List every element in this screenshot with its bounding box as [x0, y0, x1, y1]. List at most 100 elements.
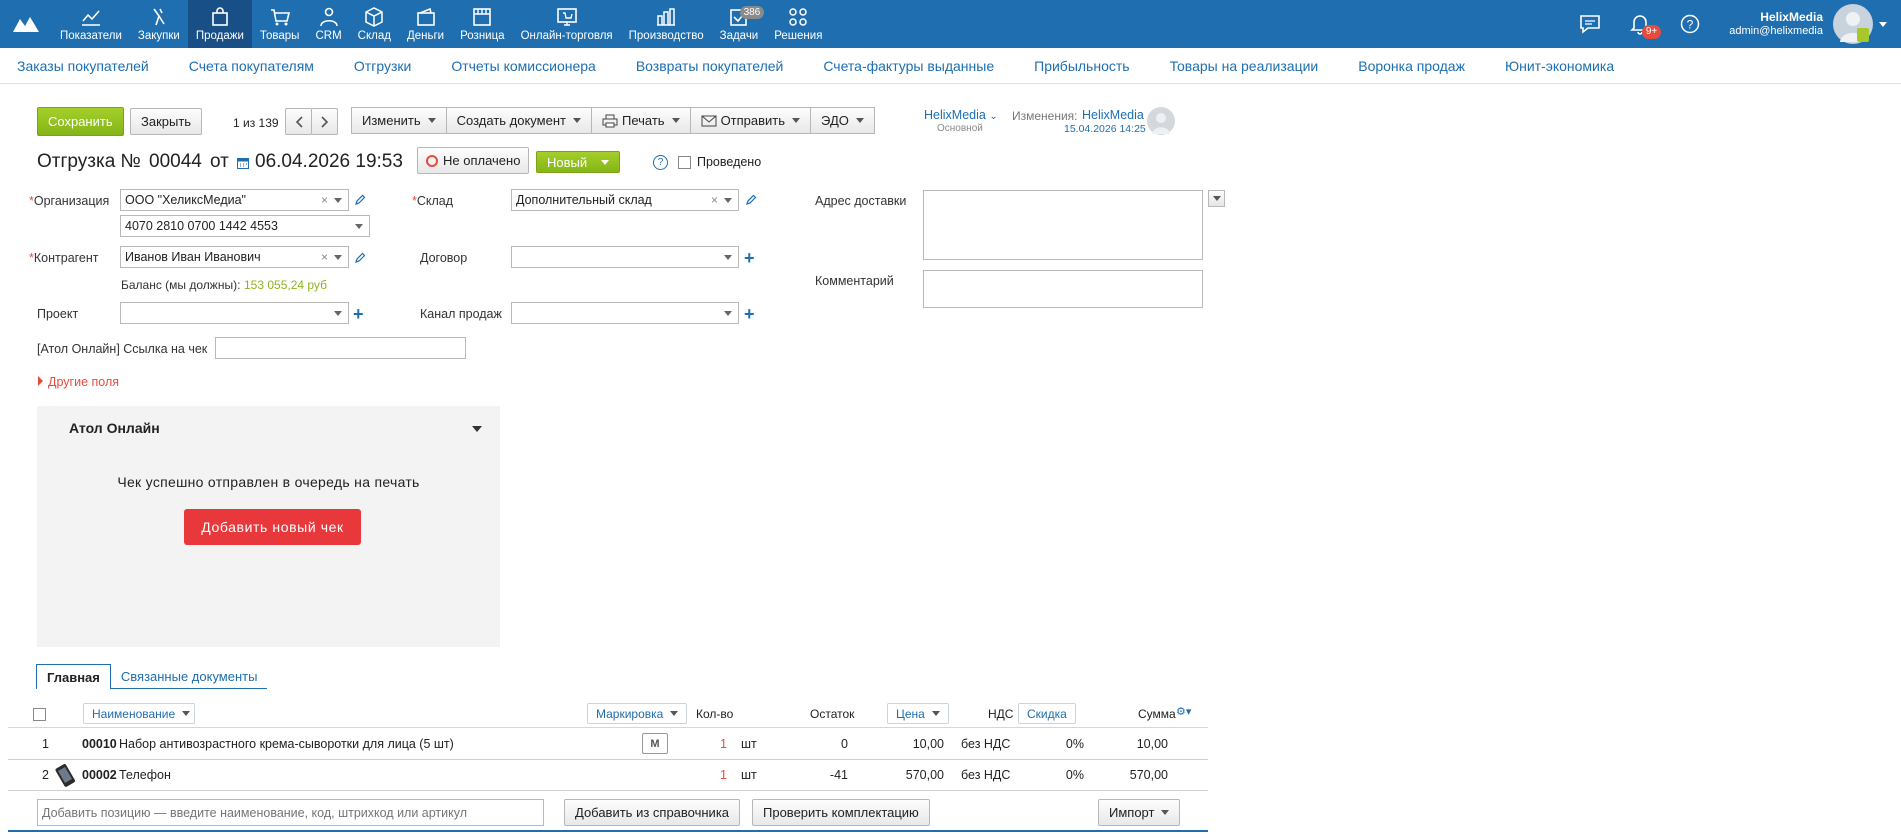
- subnav-commission-reports[interactable]: Отчеты комиссионера: [451, 58, 596, 74]
- nav-item-warehouse[interactable]: Склад: [350, 0, 399, 48]
- add-position-input[interactable]: [37, 799, 544, 826]
- row-price[interactable]: 10,00: [888, 737, 944, 751]
- cart-icon: [270, 9, 290, 26]
- row-discount[interactable]: 0%: [1048, 768, 1084, 782]
- chat-icon[interactable]: [1575, 9, 1605, 39]
- tab-main[interactable]: Главная: [36, 664, 111, 689]
- user-avatar[interactable]: [1833, 4, 1873, 44]
- prev-button[interactable]: [285, 108, 312, 135]
- other-fields-toggle[interactable]: Другие поля: [38, 375, 119, 389]
- subnav-customer-invoices[interactable]: Счета покупателям: [189, 58, 314, 74]
- table-settings-gear-icon[interactable]: ⚙▾: [1176, 705, 1191, 718]
- add-sales-channel-icon[interactable]: +: [744, 305, 755, 323]
- clear-icon[interactable]: ×: [321, 193, 328, 207]
- organization-select[interactable]: ООО "ХеликсМедиа" ×: [120, 189, 349, 211]
- app-logo[interactable]: [0, 0, 52, 48]
- doc-number[interactable]: 00044: [149, 151, 202, 173]
- add-contract-icon[interactable]: +: [744, 249, 755, 267]
- subnav-customer-orders[interactable]: Заказы покупателей: [17, 58, 149, 74]
- send-dropdown[interactable]: Отправить: [689, 107, 812, 134]
- row-vat[interactable]: без НДС: [961, 737, 1010, 751]
- payment-status-button[interactable]: Не оплачено: [417, 147, 530, 174]
- subnav-consignment-goods[interactable]: Товары на реализации: [1170, 58, 1319, 74]
- counterparty-label-text: Контрагент: [33, 251, 99, 265]
- import-dropdown[interactable]: Импорт: [1098, 799, 1181, 826]
- nav-item-solutions[interactable]: Решения: [766, 0, 830, 48]
- subnav-profitability[interactable]: Прибыльность: [1034, 58, 1129, 74]
- user-info[interactable]: HelixMedia admin@helixmedia: [1729, 10, 1823, 38]
- help-circle-icon[interactable]: ?: [653, 155, 668, 170]
- nav-item-indicators[interactable]: Показатели: [52, 0, 130, 48]
- nav-item-goods[interactable]: Товары: [252, 0, 308, 48]
- print-dropdown[interactable]: Печать: [590, 107, 691, 134]
- edit-pencil-icon[interactable]: [354, 194, 366, 206]
- close-button[interactable]: Закрыть: [130, 108, 203, 135]
- collapse-caret-icon[interactable]: [472, 426, 482, 432]
- user-menu-caret-icon[interactable]: [1879, 21, 1887, 27]
- select-all-checkbox[interactable]: [33, 708, 46, 721]
- doc-date[interactable]: 06.04.2026 19:53: [255, 151, 403, 173]
- row-name[interactable]: Телефон: [119, 768, 171, 782]
- notifications-bell-icon[interactable]: 9+: [1625, 9, 1662, 39]
- column-marking-header[interactable]: Маркировка: [587, 703, 688, 724]
- edit-pencil-icon[interactable]: [354, 252, 366, 264]
- row-discount[interactable]: 0%: [1048, 737, 1084, 751]
- clear-icon[interactable]: ×: [711, 193, 718, 207]
- project-select[interactable]: [120, 302, 349, 324]
- address-expand-button[interactable]: [1208, 190, 1225, 207]
- change-dropdown[interactable]: Изменить: [351, 107, 447, 134]
- add-new-receipt-button[interactable]: Добавить новый чек: [184, 509, 361, 545]
- add-project-icon[interactable]: +: [353, 305, 364, 323]
- row-vat[interactable]: без НДС: [961, 768, 1010, 782]
- nav-item-money[interactable]: Деньги: [399, 0, 452, 48]
- column-name-label: Наименование: [92, 706, 176, 721]
- calendar-icon[interactable]: [237, 157, 249, 169]
- row-qty[interactable]: 1: [720, 768, 727, 782]
- nav-item-online-trade[interactable]: Онлайн-торговля: [513, 0, 621, 48]
- edit-pencil-icon[interactable]: [745, 194, 757, 206]
- warehouse-select[interactable]: Дополнительный склад ×: [511, 189, 739, 211]
- posted-checkbox[interactable]: [678, 156, 691, 169]
- delivery-address-textarea[interactable]: [923, 190, 1203, 260]
- help-icon[interactable]: ?: [1675, 9, 1705, 39]
- save-button[interactable]: Сохранить: [37, 107, 124, 136]
- atol-receipt-link-input[interactable]: [215, 337, 466, 359]
- contract-select[interactable]: [511, 246, 739, 268]
- nav-item-crm[interactable]: CRM: [307, 0, 349, 48]
- counterparty-select[interactable]: Иванов Иван Иванович ×: [120, 246, 349, 268]
- marking-badge[interactable]: M: [642, 733, 668, 754]
- sales-channel-select[interactable]: [511, 302, 739, 324]
- owner-link[interactable]: HelixMedia ⌄: [924, 108, 998, 122]
- column-vat-header: НДС: [988, 707, 1014, 721]
- column-name-header[interactable]: Наименование: [83, 703, 195, 724]
- subnav-customer-returns[interactable]: Возвраты покупателей: [636, 58, 784, 74]
- column-price-header[interactable]: Цена: [887, 703, 949, 724]
- nav-item-production[interactable]: Производство: [621, 0, 712, 48]
- check-kit-button[interactable]: Проверить комплектацию: [752, 799, 930, 826]
- subnav-shipments[interactable]: Отгрузки: [354, 58, 411, 74]
- row-name[interactable]: Набор антивозрастного крема-сыворотки дл…: [119, 737, 454, 751]
- nav-item-purchases[interactable]: Закупки: [130, 0, 188, 48]
- row-price[interactable]: 570,00: [888, 768, 944, 782]
- create-document-dropdown[interactable]: Создать документ: [445, 107, 592, 134]
- table-row[interactable]: 2 00002 Телефон 1 шт -41 570,00 без НДС …: [8, 760, 1208, 791]
- subnav-sales-funnel[interactable]: Воронка продаж: [1358, 58, 1465, 74]
- tab-related-documents[interactable]: Связанные документы: [110, 664, 268, 689]
- bank-account-select[interactable]: 4070 2810 0700 1442 4553: [120, 215, 370, 237]
- subnav-issued-tax-invoices[interactable]: Счета-фактуры выданные: [823, 58, 994, 74]
- status-dropdown[interactable]: Новый: [536, 151, 621, 173]
- comment-textarea[interactable]: [923, 270, 1203, 308]
- edo-dropdown[interactable]: ЭДО: [810, 107, 875, 134]
- nav-item-retail[interactable]: Розница: [452, 0, 512, 48]
- nav-item-tasks[interactable]: Задачи 386: [712, 0, 767, 48]
- add-from-catalog-button[interactable]: Добавить из справочника: [564, 799, 741, 826]
- subnav-unit-economics[interactable]: Юнит-экономика: [1505, 58, 1614, 74]
- table-row[interactable]: 1 00010 Набор антивозрастного крема-сыво…: [8, 729, 1208, 760]
- changes-user-link[interactable]: HelixMedia: [1082, 108, 1144, 122]
- clear-icon[interactable]: ×: [321, 250, 328, 264]
- nav-item-label: Товары: [259, 30, 300, 42]
- next-button[interactable]: [311, 108, 338, 135]
- nav-item-sales[interactable]: Продажи: [187, 0, 252, 48]
- row-qty[interactable]: 1: [720, 737, 727, 751]
- column-discount-header[interactable]: Скидка: [1018, 703, 1076, 724]
